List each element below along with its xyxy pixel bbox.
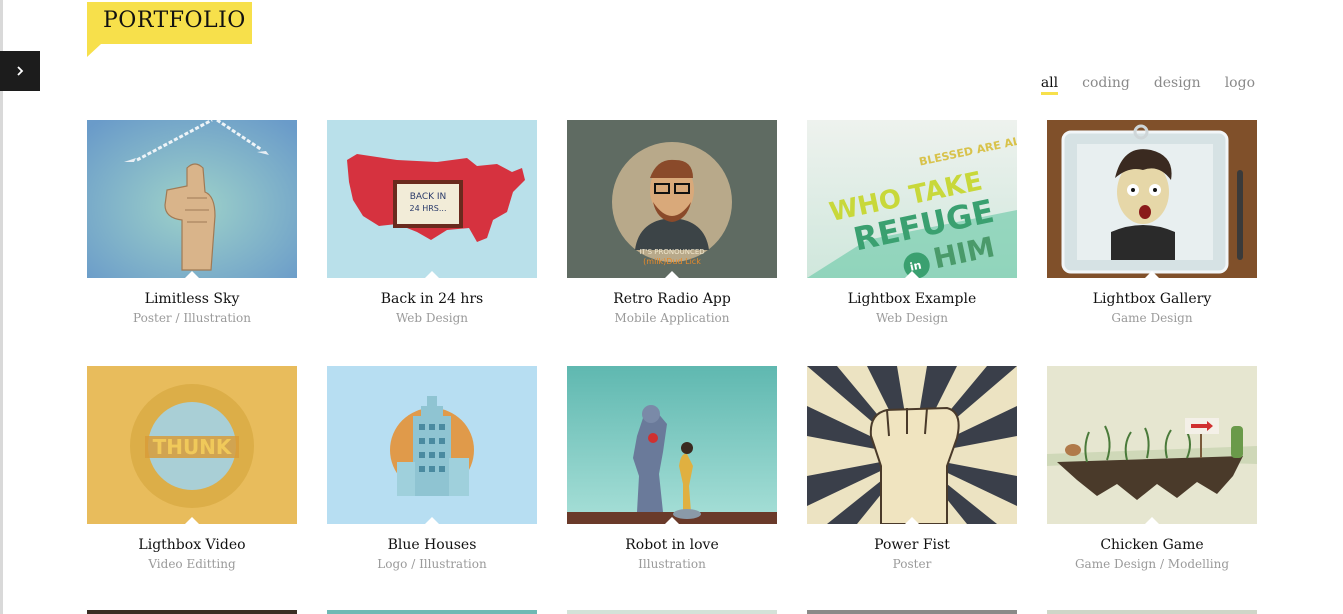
- portfolio-thumbnail-partial[interactable]: [807, 610, 1017, 614]
- item-category: Illustration: [638, 557, 706, 571]
- usa-map-image: BACK IN 24 HRS...: [327, 120, 537, 278]
- item-title[interactable]: Ligthbox Video: [87, 536, 297, 554]
- thumbnail-notch: [185, 517, 199, 524]
- portfolio-thumbnail[interactable]: [327, 366, 537, 524]
- item-title[interactable]: Power Fist: [807, 536, 1017, 554]
- left-edge-strip: [0, 0, 3, 614]
- portfolio-item[interactable]: Limitless Sky Poster / Illustration: [87, 120, 297, 326]
- thumb-text: (milk)Dud Lick: [643, 257, 701, 266]
- portfolio-item[interactable]: BACK IN 24 HRS... Back in 24 hrs Web Des…: [327, 120, 537, 326]
- filter-logo[interactable]: logo: [1225, 74, 1255, 95]
- portfolio-item[interactable]: THUNK Ligthbox Video Video Editting: [87, 366, 297, 572]
- portfolio-thumbnail[interactable]: [567, 366, 777, 524]
- portfolio-thumbnail[interactable]: THUNK: [87, 366, 297, 524]
- thumbnail-notch: [905, 517, 919, 524]
- thumbnail-notch: [1145, 271, 1159, 278]
- refuge-typography-image: BLESSED ARE ALL WHO TAKE REFUGE in HIM: [807, 120, 1017, 278]
- item-title[interactable]: Blue Houses: [327, 536, 537, 554]
- sidebar-toggle-button[interactable]: [0, 51, 40, 91]
- portfolio-thumbnail-partial[interactable]: [87, 610, 297, 614]
- thumbnail-notch: [425, 517, 439, 524]
- portfolio-item[interactable]: Blue Houses Logo / Illustration: [327, 366, 537, 572]
- page-title: PORTFOLIO: [103, 8, 246, 33]
- item-category: Poster: [892, 557, 932, 571]
- thumb-text: 24 HRS...: [409, 204, 446, 213]
- portfolio-thumbnail[interactable]: [807, 366, 1017, 524]
- retro-portrait-image: IT'S PRONOUNCED (milk)Dud Lick: [567, 120, 777, 278]
- thumb-text: THUNK: [153, 435, 233, 459]
- chevron-right-icon: [17, 66, 24, 76]
- portfolio-item[interactable]: Lightbox Gallery Game Design: [1047, 120, 1257, 326]
- chicken-game-image: [1047, 366, 1257, 524]
- item-title[interactable]: Limitless Sky: [87, 290, 297, 308]
- item-category: Video Editting: [148, 557, 236, 571]
- item-category: Logo / Illustration: [377, 557, 487, 571]
- portfolio-thumbnail[interactable]: BACK IN 24 HRS...: [327, 120, 537, 278]
- thumbnail-notch: [665, 517, 679, 524]
- filter-coding[interactable]: coding: [1082, 74, 1130, 95]
- portfolio-item[interactable]: Robot in love Illustration: [567, 366, 777, 572]
- thumbnail-notch: [665, 271, 679, 278]
- item-category: Mobile Application: [614, 311, 730, 325]
- item-title[interactable]: Lightbox Example: [807, 290, 1017, 308]
- ribbon-tail: [87, 44, 101, 57]
- character-badge-image: [1047, 120, 1257, 278]
- portfolio-thumbnail[interactable]: IT'S PRONOUNCED (milk)Dud Lick: [567, 120, 777, 278]
- limitless-sky-image: [87, 120, 297, 278]
- portfolio-filters: all coding design logo: [1040, 74, 1255, 95]
- thumb-text: BACK IN: [410, 192, 447, 202]
- portfolio-thumbnail-partial[interactable]: [567, 610, 777, 614]
- portfolio-thumbnail[interactable]: [1047, 366, 1257, 524]
- portfolio-item[interactable]: BLESSED ARE ALL WHO TAKE REFUGE in HIM L…: [807, 120, 1017, 326]
- power-fist-image: [807, 366, 1017, 524]
- filter-all[interactable]: all: [1040, 74, 1059, 95]
- portfolio-item[interactable]: Power Fist Poster: [807, 366, 1017, 572]
- thunk-poster-image: THUNK: [87, 366, 297, 524]
- item-category: Game Design / Modelling: [1074, 557, 1230, 571]
- item-title[interactable]: Robot in love: [567, 536, 777, 554]
- thumbnail-notch: [185, 271, 199, 278]
- item-category: Poster / Illustration: [133, 311, 251, 325]
- filter-design[interactable]: design: [1154, 74, 1201, 95]
- portfolio-thumbnail[interactable]: [87, 120, 297, 278]
- portfolio-thumbnail-partial[interactable]: [327, 610, 537, 614]
- portfolio-item[interactable]: IT'S PRONOUNCED (milk)Dud Lick Retro Rad…: [567, 120, 777, 326]
- thumb-text: IT'S PRONOUNCED: [639, 248, 704, 256]
- thumbnail-notch: [1145, 517, 1159, 524]
- thumbnail-notch: [905, 271, 919, 278]
- robot-in-love-image: [567, 366, 777, 524]
- item-title[interactable]: Back in 24 hrs: [327, 290, 537, 308]
- thumbnail-notch: [425, 271, 439, 278]
- item-title[interactable]: Lightbox Gallery: [1047, 290, 1257, 308]
- item-title[interactable]: Chicken Game: [1047, 536, 1257, 554]
- item-category: Web Design: [395, 311, 469, 325]
- portfolio-thumbnail-partial[interactable]: [1047, 610, 1257, 614]
- portfolio-thumbnail[interactable]: [1047, 120, 1257, 278]
- item-category: Web Design: [875, 311, 949, 325]
- portfolio-item[interactable]: Chicken Game Game Design / Modelling: [1047, 366, 1257, 572]
- blue-houses-image: [327, 366, 537, 524]
- portfolio-thumbnail[interactable]: BLESSED ARE ALL WHO TAKE REFUGE in HIM: [807, 120, 1017, 278]
- item-title[interactable]: Retro Radio App: [567, 290, 777, 308]
- item-category: Game Design: [1111, 311, 1193, 325]
